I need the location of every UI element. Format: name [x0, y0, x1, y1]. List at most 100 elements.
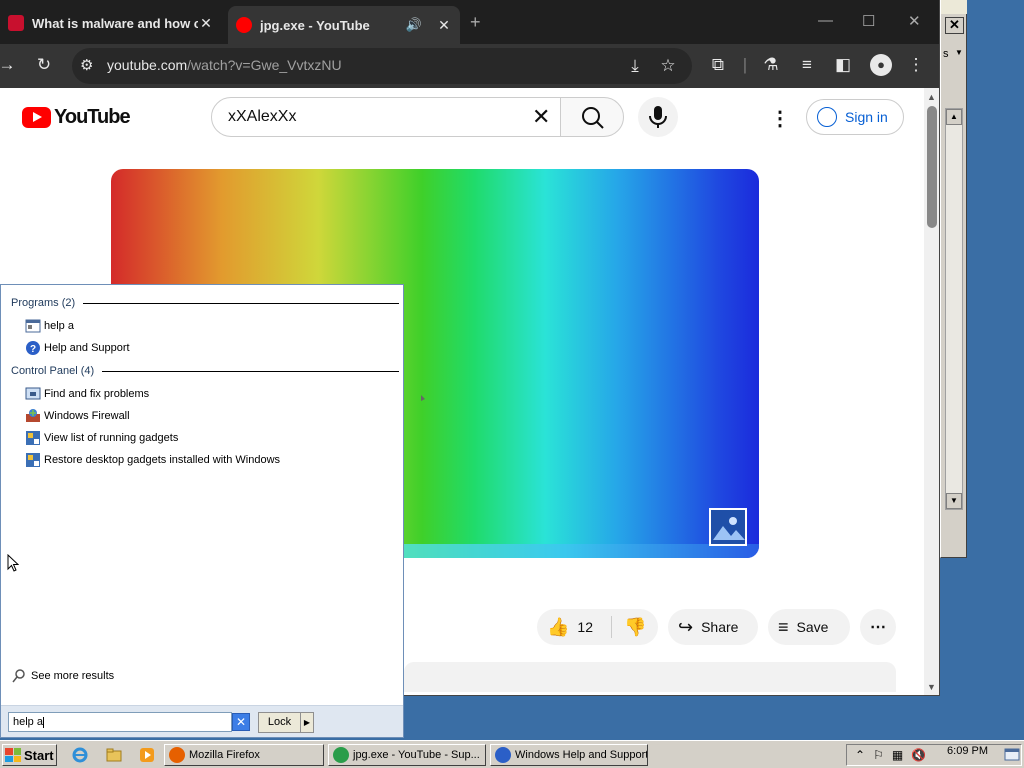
scroll-up-icon[interactable]: ▲ [927, 92, 936, 102]
result-label: help a [44, 320, 74, 332]
secondary-cursor-icon [421, 395, 425, 401]
lock-options-arrow-icon[interactable]: ▶ [301, 713, 313, 732]
sign-in-label: Sign in [845, 109, 888, 125]
scroll-down-icon[interactable]: ▼ [927, 682, 936, 692]
bookmark-star-icon[interactable]: ☆ [657, 56, 679, 76]
youtube-settings-menu-icon[interactable]: ⋮ [770, 106, 790, 131]
reload-icon[interactable]: ↻ [33, 55, 55, 75]
group-divider [83, 302, 399, 304]
speaker-icon[interactable]: 🔊 [406, 17, 422, 33]
youtube-search-input[interactable]: xXAlexXx ✕ [211, 97, 561, 137]
labs-icon[interactable]: ⚗ [760, 55, 782, 75]
thumbs-down-icon[interactable]: 👎 [624, 617, 646, 638]
show-hidden-icons-icon[interactable]: ⌃ [855, 748, 865, 762]
show-desktop-icon[interactable] [1004, 748, 1020, 762]
taskbar-item-help-support[interactable]: Windows Help and Support [490, 744, 648, 766]
result-help-and-support[interactable]: ? Help and Support [25, 339, 130, 357]
close-tab-icon[interactable]: ✕ [436, 17, 452, 34]
result-restore-desktop-gadgets[interactable]: Restore desktop gadgets installed with W… [25, 451, 280, 469]
chrome-menu-icon[interactable]: ⋮ [905, 55, 927, 75]
background-window-close-button[interactable]: ✕ [945, 17, 964, 34]
youtube-play-icon [22, 107, 51, 128]
network-icon[interactable]: ▦ [892, 748, 903, 762]
maximize-icon[interactable]: ☐ [862, 12, 875, 30]
close-window-icon[interactable]: ✕ [908, 12, 921, 30]
like-divider [611, 616, 612, 638]
media-player-icon[interactable] [139, 747, 155, 763]
internet-explorer-icon[interactable] [72, 747, 88, 763]
result-view-running-gadgets[interactable]: View list of running gadgets [25, 429, 178, 447]
url-text[interactable]: youtube.com/watch?v=Gwe_VvtxzNU [107, 57, 342, 73]
start-label: Start [24, 747, 54, 763]
start-search-input[interactable]: help a [8, 712, 232, 732]
taskbar-item-firefox[interactable]: Mozilla Firefox [164, 744, 324, 766]
save-label: Save [796, 619, 829, 635]
extensions-icon[interactable]: ⧉ [707, 55, 729, 75]
dropdown-arrow-icon[interactable]: ▼ [955, 48, 963, 57]
minimize-icon[interactable]: — [818, 12, 833, 29]
youtube-logo[interactable]: YouTube [22, 106, 131, 129]
tab-youtube[interactable]: jpg.exe - YouTube 🔊 ✕ [228, 6, 460, 44]
action-center-flag-icon[interactable]: ⚐ [873, 748, 884, 762]
gadgets-icon [26, 453, 40, 467]
see-more-results-link[interactable]: See more results [11, 668, 114, 684]
more-actions-button[interactable]: ⋯ [860, 609, 896, 645]
group-label: Control Panel (4) [11, 365, 95, 377]
profile-avatar-icon[interactable]: ● [870, 54, 892, 76]
account-icon [817, 107, 837, 127]
result-help-a[interactable]: help a [25, 317, 74, 335]
like-dislike-group: 👍 12 👎 [537, 609, 658, 645]
firefox-icon [169, 747, 185, 763]
side-panel-icon[interactable]: ◧ [832, 55, 854, 75]
result-label: Help and Support [44, 342, 130, 354]
install-app-icon[interactable]: ⤓ [624, 56, 646, 76]
save-button[interactable]: ≡ Save [768, 609, 850, 645]
group-header-control-panel[interactable]: Control Panel (4) [11, 364, 399, 378]
address-bar[interactable]: ⚙ youtube.com/watch?v=Gwe_VvtxzNU ⤓ ☆ [72, 48, 692, 84]
scrollbar-thumb[interactable] [927, 106, 937, 228]
clear-search-icon[interactable]: ✕ [532, 104, 550, 130]
result-find-and-fix-problems[interactable]: Find and fix problems [25, 385, 149, 403]
clear-search-icon[interactable]: ✕ [232, 713, 250, 731]
site-info-icon[interactable]: ⚙ [80, 56, 93, 74]
background-window-scrollbar[interactable]: ▲ ▼ [945, 108, 963, 510]
new-tab-button[interactable]: + [470, 12, 481, 33]
search-query-text: xXAlexXx [228, 108, 297, 125]
scroll-down-icon[interactable]: ▼ [946, 493, 962, 509]
background-window: ✕ s ▼ ▲ ▼ [940, 0, 967, 558]
voice-search-button[interactable] [638, 97, 678, 137]
media-control-icon[interactable]: ≡ [796, 55, 818, 75]
start-menu: Programs (2) help a ? Help and Support C… [0, 284, 404, 738]
thumbs-up-icon[interactable]: 👍 [547, 617, 569, 638]
close-tab-icon[interactable]: ✕ [198, 15, 214, 32]
start-button[interactable]: Start [2, 744, 57, 766]
firewall-icon [26, 409, 40, 422]
chrome-icon [333, 747, 349, 763]
page-scrollbar[interactable]: ▲ ▼ [924, 88, 939, 695]
toolbar-divider: | [742, 55, 748, 74]
result-label: View list of running gadgets [44, 432, 179, 444]
text-caret [42, 716, 44, 728]
scroll-up-icon[interactable]: ▲ [946, 109, 962, 125]
description-box[interactable] [404, 662, 896, 692]
clock[interactable]: 6:09 PM [947, 745, 988, 757]
share-button[interactable]: ↪ Share [668, 609, 758, 645]
taskbar-item-chrome-youtube[interactable]: jpg.exe - YouTube - Sup... [328, 744, 486, 766]
tab-malware-article[interactable]: What is malware and how cybe ✕ [0, 6, 222, 40]
youtube-search-button[interactable] [560, 97, 624, 137]
lock-label[interactable]: Lock [259, 713, 301, 732]
lock-button[interactable]: Lock ▶ [258, 712, 314, 733]
like-count[interactable]: 12 [577, 619, 593, 635]
search-icon [582, 107, 604, 129]
result-label: Find and fix problems [44, 388, 150, 400]
forward-icon[interactable]: → [0, 55, 18, 75]
file-explorer-icon[interactable] [106, 747, 122, 763]
windows-logo-icon [5, 748, 21, 762]
result-windows-firewall[interactable]: Windows Firewall [25, 407, 130, 425]
program-window-icon [25, 319, 41, 333]
group-header-programs[interactable]: Programs (2) [11, 296, 399, 310]
sign-in-button[interactable]: Sign in [806, 99, 904, 135]
taskbar: Start Mozilla Firefox jpg.exe - YouTube … [0, 740, 1024, 768]
volume-muted-icon[interactable]: 🔇 [911, 748, 926, 762]
image-icon [709, 508, 747, 546]
